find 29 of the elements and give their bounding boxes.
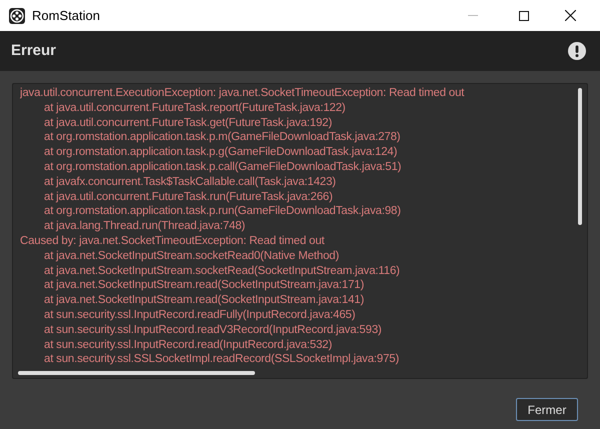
vertical-scrollbar[interactable] <box>578 88 582 225</box>
app-logo-icon <box>9 8 25 24</box>
stack-trace-line: at java.util.concurrent.FutureTask.run(FutureTask.java:266) <box>44 190 333 204</box>
stack-trace-line: at java.util.concurrent.FutureTask.get(FutureTask.java:192) <box>44 116 332 130</box>
stack-trace-line: Caused by: java.net.SocketTimeoutException: Read timed out <box>20 234 324 249</box>
dialog-title: Erreur <box>11 40 56 61</box>
maximize-icon[interactable] <box>519 10 529 20</box>
stack-trace-line: at sun.security.ssl.InputRecord.readV3Record(InputRecord.java:593) <box>44 322 382 338</box>
stack-trace-line: at sun.security.ssl.InputRecord.read(InputRecord.java:532) <box>44 338 332 352</box>
stack-trace-line: at sun.security.ssl.SSLSocketImpl.readRecord(SSLSocketImpl.java:975) <box>44 352 399 368</box>
stack-trace-line: at sun.security.ssl.InputRecord.readFully(InputRecord.java:465) <box>44 308 356 323</box>
stack-trace-line: java.util.concurrent.ExecutionException: java.net.SocketTimeoutException: Read timed out <box>20 86 464 101</box>
stack-trace-line: at org.romstation.application.task.p.call(GameFileDownloadTask.java:51) <box>44 160 402 175</box>
window-title: RomStation <box>32 6 100 25</box>
stack-trace-line: at javafx.concurrent.Task$TaskCallable.call(Task.java:1423) <box>44 174 336 190</box>
close-button[interactable]: Fermer <box>516 398 578 421</box>
stack-trace-line: at java.net.SocketInputStream.read(SocketInputStream.java:171) <box>44 278 364 294</box>
stack-trace-line: at java.net.SocketInputStream.read(SocketInputStream.java:141) <box>44 293 364 308</box>
stack-trace-line: at org.romstation.application.task.p.m(GameFileDownloadTask.java:278) <box>44 130 400 146</box>
stack-trace-line: at org.romstation.application.task.p.run(GameFileDownloadTask.java:98) <box>44 204 401 220</box>
stack-trace-line: at java.net.SocketInputStream.socketRead(SocketInputStream.java:116) <box>44 264 400 278</box>
horizontal-scrollbar[interactable] <box>18 371 255 375</box>
stack-trace-line: at java.util.concurrent.FutureTask.report(FutureTask.java:122) <box>44 100 346 116</box>
warning-icon <box>568 42 586 60</box>
stack-trace-line: at org.romstation.application.task.p.g(GameFileDownloadTask.java:124) <box>44 145 398 160</box>
close-icon[interactable] <box>565 10 576 21</box>
stack-trace-line: at java.net.SocketInputStream.socketRead0(Native Method) <box>44 248 339 264</box>
stack-trace-line: at java.lang.Thread.run(Thread.java:748) <box>44 219 246 234</box>
minimize-icon[interactable] <box>468 14 478 16</box>
